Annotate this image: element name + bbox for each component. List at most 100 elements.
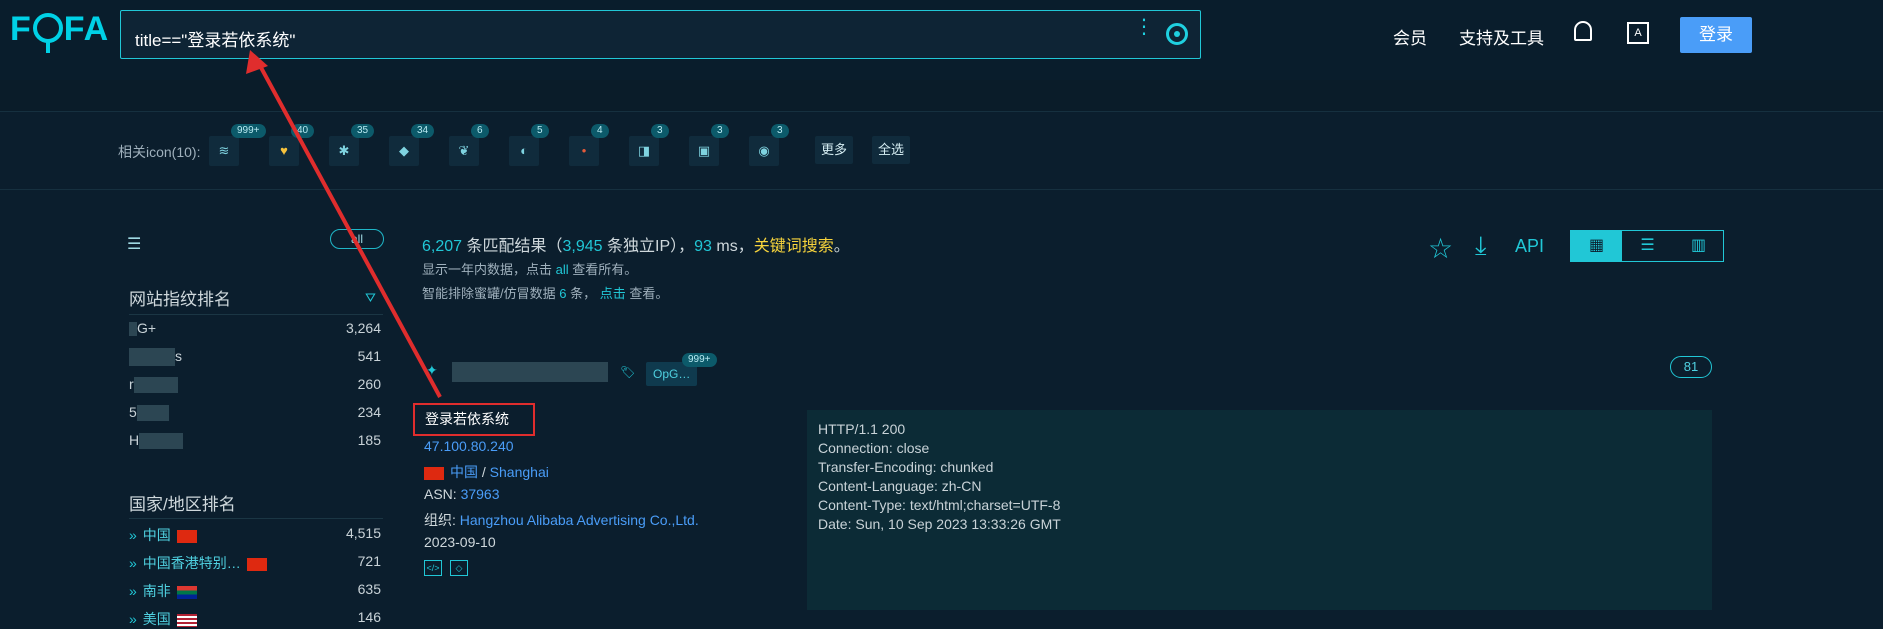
search-icon[interactable] (1166, 23, 1188, 45)
related-icons-label: 相关icon(10): (118, 144, 201, 160)
header-line: HTTP/1.1 200 (818, 421, 906, 437)
header-band (0, 80, 1883, 112)
chevron-right-icon: » (129, 527, 137, 543)
icon-count-badge: 5 (531, 124, 549, 138)
fingerprint-row[interactable]: G+ 3,264 (129, 320, 381, 337)
fingerprint-rank-title: 网站指纹排名 (129, 290, 231, 309)
related-icons-row: 相关icon(10): ≋ 999+ ♥ 40 ✱ 35 ◆ 34 ❦ 6 ◐ 5 • 4 ◨… (0, 112, 1883, 190)
view-switcher: ▦ ☰ ▥ (1570, 230, 1724, 262)
chevron-right-icon: » (129, 611, 137, 627)
record-count-badge[interactable]: 81 (1670, 356, 1712, 378)
fingerprint-row[interactable]: s 541 (129, 348, 381, 367)
redacted-text (139, 433, 184, 450)
related-icon[interactable]: • 4 (569, 124, 609, 166)
fingerprint-row[interactable]: r 260 (129, 376, 381, 394)
select-all-button[interactable]: 全选 (872, 136, 911, 164)
tag-count-badge: 999+ (682, 353, 717, 367)
chevron-right-icon: » (129, 555, 137, 571)
related-icon[interactable]: ≋ 999+ (209, 124, 266, 166)
results-summary: 6,207 条匹配结果（3,945 条独立IP），93 ms，关键词搜索。 (422, 238, 850, 255)
record-date: 2023-09-10 (424, 534, 496, 550)
chart-view-icon[interactable]: ▥ (1673, 231, 1724, 261)
login-button[interactable]: 登录 (1680, 17, 1752, 53)
download-icon[interactable]: ⤓ (1475, 230, 1487, 262)
record-location: 中国 / Shanghai (424, 462, 549, 482)
country-row[interactable]: » 美国 146 (129, 609, 381, 629)
record-actions: </> ◇ (424, 558, 476, 576)
fingerprint-row[interactable]: H 185 (129, 432, 381, 450)
icon-count-badge: 40 (291, 124, 315, 138)
related-icon[interactable]: ❦ 6 (449, 124, 489, 166)
fingerprint-row[interactable]: 5 234 (129, 404, 381, 422)
one-year-note: 显示一年内数据，点击 all 查看所有。 (422, 262, 638, 277)
icon-count-badge: 3 (711, 124, 729, 138)
record-asn: ASN: 37963 (424, 486, 500, 502)
record-ip-link[interactable]: 47.100.80.240 (424, 438, 514, 454)
filter-settings-icon[interactable]: ☰ (127, 234, 141, 254)
related-icon[interactable]: ◆ 34 (389, 124, 435, 166)
related-icon[interactable]: ✱ 35 (329, 124, 375, 166)
redacted-host (452, 362, 608, 382)
redacted-text (136, 405, 169, 422)
flag-icon (246, 557, 267, 571)
more-icons-button[interactable]: 更多 (815, 136, 854, 164)
search-bar[interactable]: title=="登录若依系统" ⋮ (120, 10, 1201, 59)
translate-icon[interactable]: A (1627, 22, 1649, 44)
divider (129, 518, 383, 519)
api-button[interactable]: API (1515, 236, 1544, 257)
all-link[interactable]: all (556, 262, 569, 277)
star-icon[interactable]: ☆ (1428, 232, 1453, 265)
flag-icon (176, 529, 197, 543)
header-line: Content-Type: text/html;charset=UTF-8 (818, 497, 1061, 513)
related-icon[interactable]: ◉ 3 (749, 124, 789, 166)
click-link[interactable]: 点击 (600, 286, 626, 301)
country-row[interactable]: » 南非 635 (129, 581, 381, 601)
all-toggle[interactable]: all (330, 229, 384, 249)
icon-count-badge: 4 (591, 124, 609, 138)
honeypot-note: 智能排除蜜罐/仿冒数据 6 条， 点击 查看。 (422, 286, 669, 301)
code-icon[interactable]: </> (424, 560, 442, 576)
icon-count-badge: 6 (471, 124, 489, 138)
header-line: Transfer-Encoding: chunked (818, 459, 994, 475)
top-header: F FA title=="登录若依系统" ⋮ 会员 支持及工具 A 登录 (0, 0, 1883, 80)
related-icon[interactable]: ♥ 40 (269, 124, 315, 166)
record-org: 组织: Hangzhou Alibaba Advertising Co.,Ltd… (424, 512, 699, 528)
search-input[interactable]: title=="登录若依系统" (135, 26, 295, 51)
record-title: 登录若依系统 (413, 403, 535, 436)
redacted-text (129, 348, 175, 367)
product-tag[interactable]: OpG… 999+ (646, 353, 717, 386)
more-options-icon[interactable]: ⋮ (1134, 17, 1154, 37)
header-line: Connection: close (818, 440, 930, 456)
divider (129, 314, 383, 315)
related-icon[interactable]: ▣ 3 (689, 124, 729, 166)
flag-icon (176, 613, 197, 627)
header-line: Content-Language: zh-CN (818, 478, 982, 494)
cube-icon[interactable]: ◇ (450, 560, 468, 576)
nav-support-tools[interactable]: 支持及工具 (1459, 24, 1544, 49)
record-star-icon[interactable]: ✦ (426, 362, 438, 379)
chevron-right-icon: » (129, 583, 137, 599)
bell-icon[interactable] (1574, 21, 1592, 41)
flag-icon (176, 585, 197, 599)
flag-icon (424, 466, 444, 480)
response-headers: HTTP/1.1 200 Connection: close Transfer-… (807, 410, 1712, 610)
redacted-text (129, 322, 137, 337)
country-rank-title: 国家/地区排名 (129, 495, 236, 514)
country-row[interactable]: » 中国 4,515 (129, 525, 381, 545)
header-line: Date: Sun, 10 Sep 2023 13:33:26 GMT (818, 516, 1061, 532)
list-view-icon[interactable]: ☰ (1622, 231, 1673, 261)
fofa-logo[interactable]: F FA (10, 10, 109, 53)
icon-count-badge: 999+ (231, 124, 266, 138)
keyword-search-link[interactable]: 关键词搜索 (754, 238, 834, 255)
redacted-text (133, 377, 178, 394)
related-icon[interactable]: ◐ 5 (509, 124, 549, 166)
country-row[interactable]: » 中国香港特别… 721 (129, 553, 381, 573)
icon-count-badge: 34 (411, 124, 435, 138)
icon-count-badge: 35 (351, 124, 375, 138)
icon-count-badge: 3 (771, 124, 789, 138)
icon-count-badge: 3 (651, 124, 669, 138)
related-icon[interactable]: ◨ 3 (629, 124, 669, 166)
funnel-icon[interactable]: ⛛ (365, 290, 376, 306)
nav-membership[interactable]: 会员 (1393, 24, 1427, 49)
grid-view-icon[interactable]: ▦ (1571, 231, 1622, 261)
